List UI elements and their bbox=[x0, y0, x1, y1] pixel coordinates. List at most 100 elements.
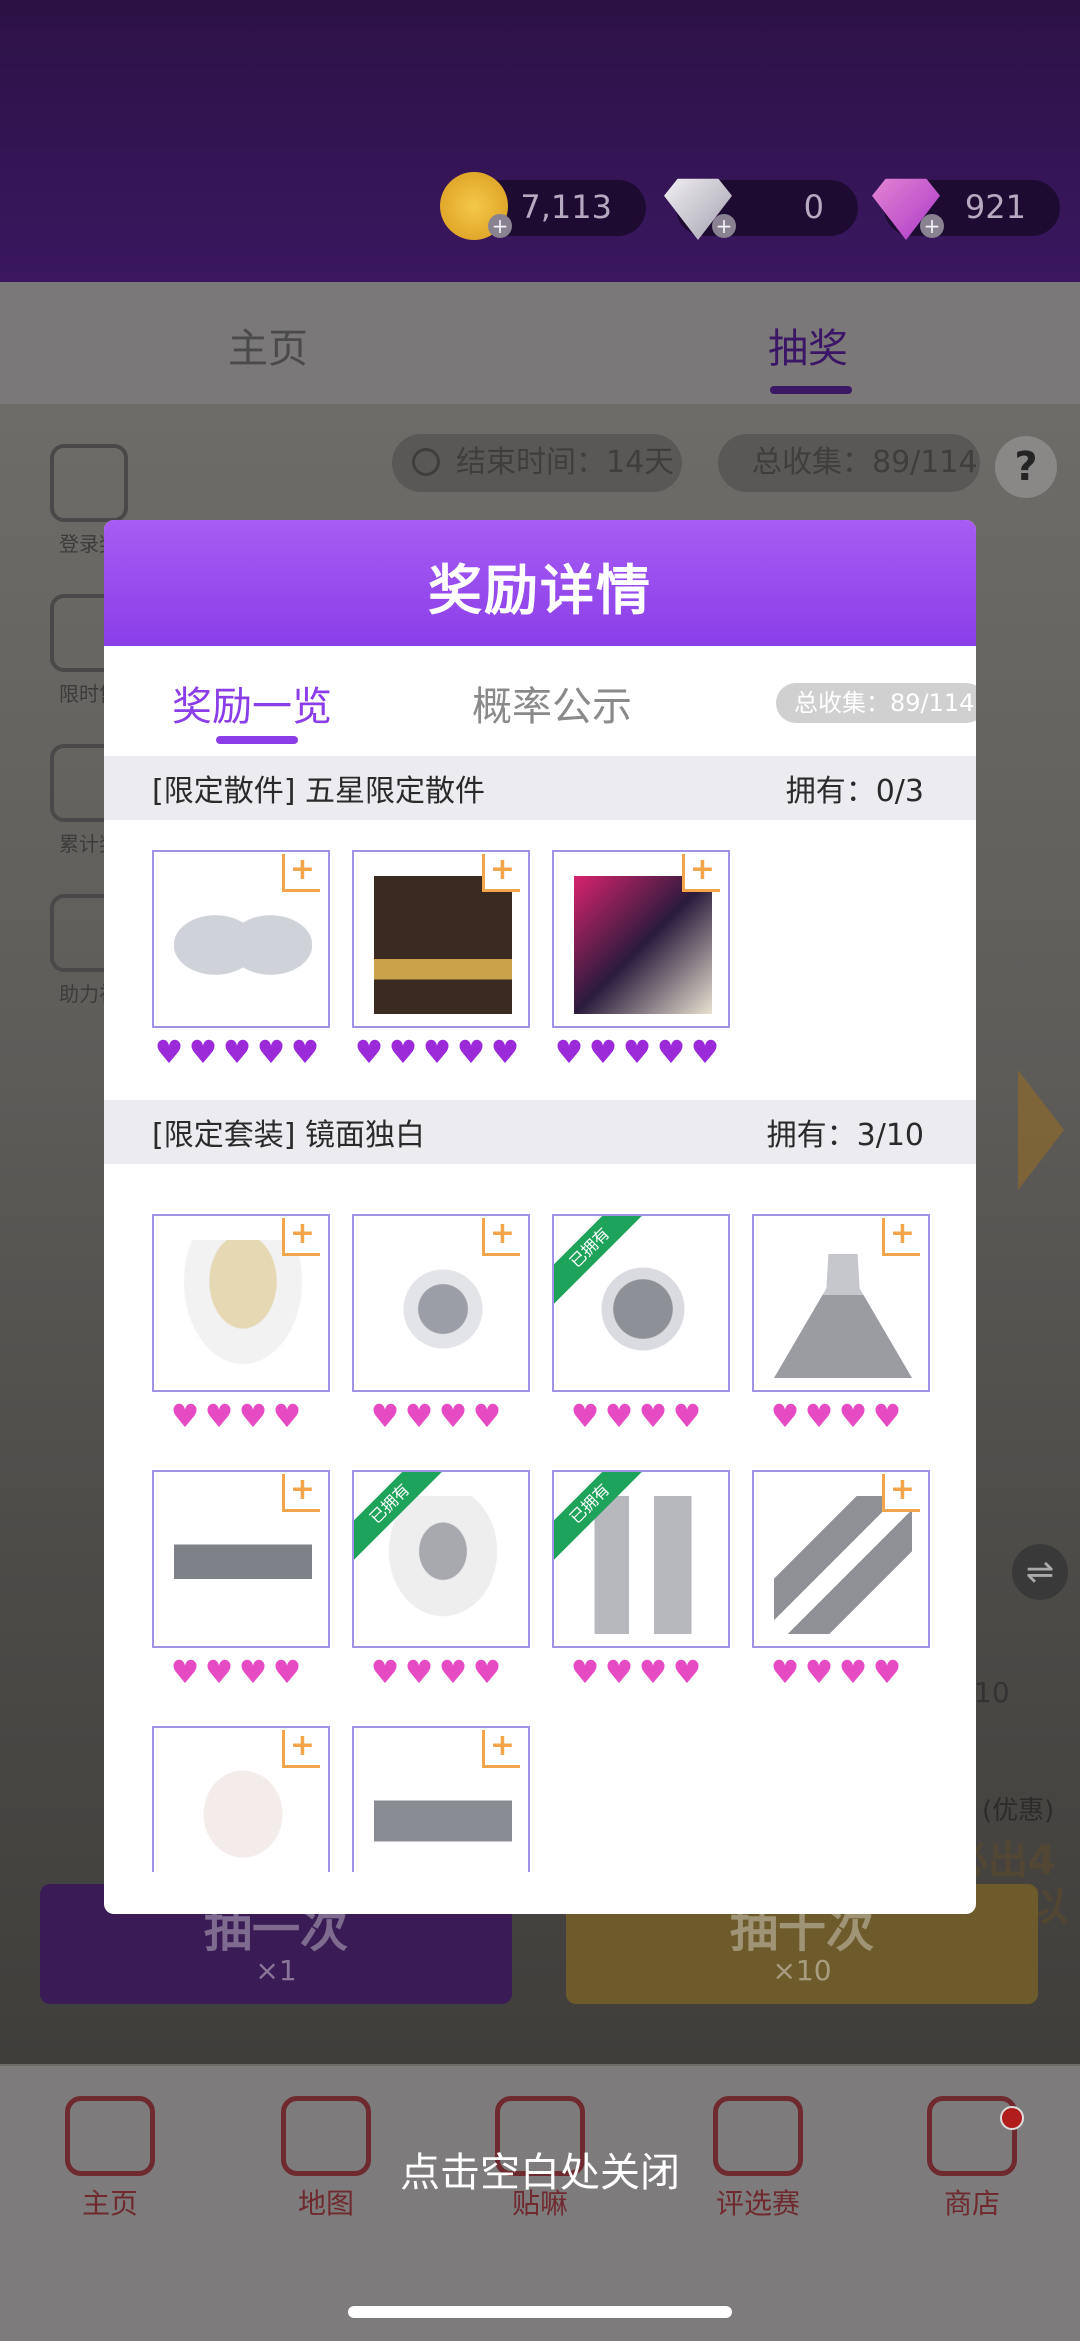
rarity-hearts: ♥ ♥ ♥ ♥ bbox=[768, 1400, 904, 1434]
reward-item-card[interactable]: + bbox=[152, 850, 330, 1028]
modal-tab-underline bbox=[216, 736, 298, 744]
add-icon[interactable]: + bbox=[482, 1730, 520, 1768]
currency-pink-diamonds[interactable]: + 921 bbox=[872, 178, 1060, 240]
reward-item-card[interactable]: + bbox=[152, 1214, 330, 1392]
rarity-hearts: ♥ ♥ ♥ ♥ bbox=[568, 1400, 704, 1434]
heart-icon: ♥ bbox=[472, 1397, 502, 1435]
section-header: [限定散件] 五星限定散件 拥有：0/3 bbox=[104, 756, 976, 820]
reward-item-card[interactable]: + bbox=[352, 1726, 530, 1872]
draw-count: 10 bbox=[974, 1676, 1010, 1709]
heart-icon: ♥ bbox=[604, 1653, 634, 1691]
reward-item-card[interactable]: 已拥有 bbox=[552, 1470, 730, 1648]
reward-item-card[interactable]: + bbox=[552, 850, 730, 1028]
heart-icon: ♥ bbox=[438, 1397, 468, 1435]
add-icon[interactable]: + bbox=[488, 214, 512, 238]
top-header: + 7,113 + 0 + 921 bbox=[0, 0, 1080, 282]
heart-icon: ♥ bbox=[170, 1397, 200, 1435]
item-image bbox=[774, 1240, 912, 1378]
rarity-hearts: ♥ ♥ ♥ ♥ ♥ bbox=[152, 1036, 322, 1070]
rarity-hearts: ♥ ♥ ♥ ♥ bbox=[168, 1400, 304, 1434]
reward-item-card[interactable]: + bbox=[152, 1470, 330, 1648]
rarity-hearts: ♥ ♥ ♥ ♥ bbox=[368, 1656, 504, 1690]
add-icon[interactable]: + bbox=[712, 214, 736, 238]
tab-rewards-overview[interactable]: 奖励一览 bbox=[172, 674, 332, 732]
add-icon[interactable]: + bbox=[282, 854, 320, 892]
bottom-nav: 主页 地图 贴嘛 评选赛 商店 bbox=[0, 2066, 1080, 2341]
reward-item-card[interactable]: 已拥有 bbox=[552, 1214, 730, 1392]
tab-probability[interactable]: 概率公示 bbox=[472, 674, 632, 732]
heart-icon: ♥ bbox=[370, 1653, 400, 1691]
section-owned: 拥有：0/3 bbox=[785, 774, 924, 809]
reward-item-card[interactable]: + bbox=[752, 1470, 930, 1648]
item-image bbox=[174, 876, 312, 1014]
switch-icon[interactable]: ⇌ bbox=[1012, 1544, 1068, 1600]
heart-icon: ♥ bbox=[472, 1653, 502, 1691]
reward-item-card[interactable]: + bbox=[152, 1726, 330, 1872]
add-icon[interactable]: + bbox=[282, 1474, 320, 1512]
collection-pill: 总收集：89/114 bbox=[718, 434, 980, 492]
heart-icon: ♥ bbox=[238, 1653, 268, 1691]
tab-draw[interactable]: 抽奖 bbox=[768, 316, 848, 374]
heart-icon: ♥ bbox=[588, 1033, 618, 1071]
heart-icon: ♥ bbox=[770, 1653, 800, 1691]
add-icon[interactable]: + bbox=[282, 1730, 320, 1768]
add-icon[interactable]: + bbox=[682, 854, 720, 892]
reward-item-card[interactable]: + bbox=[752, 1214, 930, 1392]
reward-list[interactable]: [限定散件] 五星限定散件 拥有：0/3 [限定套装] 镜面独白 拥有：3/10… bbox=[104, 756, 976, 1872]
heart-icon: ♥ bbox=[672, 1653, 702, 1691]
rarity-hearts: ♥ ♥ ♥ ♥ bbox=[368, 1400, 504, 1434]
item-image bbox=[174, 1496, 312, 1634]
heart-icon: ♥ bbox=[422, 1033, 452, 1071]
heart-icon: ♥ bbox=[204, 1653, 234, 1691]
heart-icon: ♥ bbox=[154, 1033, 184, 1071]
item-image bbox=[574, 876, 712, 1014]
add-icon[interactable]: + bbox=[882, 1218, 920, 1256]
add-icon[interactable]: + bbox=[482, 1218, 520, 1256]
rarity-hearts: ♥ ♥ ♥ ♥ ♥ bbox=[352, 1036, 522, 1070]
currency-coins[interactable]: + 7,113 bbox=[440, 172, 646, 240]
heart-icon: ♥ bbox=[370, 1397, 400, 1435]
section-owned: 拥有：3/10 bbox=[766, 1118, 924, 1153]
add-icon[interactable]: + bbox=[482, 854, 520, 892]
heart-icon: ♥ bbox=[570, 1653, 600, 1691]
draw-ten-cost: ×10 bbox=[772, 1954, 832, 1987]
heart-icon: ♥ bbox=[604, 1397, 634, 1435]
section-name: [限定套装] 镜面独白 bbox=[152, 1118, 425, 1153]
add-icon[interactable]: + bbox=[882, 1474, 920, 1512]
reward-item-card[interactable]: + bbox=[352, 850, 530, 1028]
heart-icon: ♥ bbox=[456, 1033, 486, 1071]
currency-diamonds[interactable]: + 0 bbox=[664, 178, 858, 240]
calendar-icon bbox=[50, 444, 128, 522]
reward-details-modal: 奖励详情 奖励一览 概率公示 总收集：89/114 [限定散件] 五星限定散件 … bbox=[104, 520, 976, 1914]
rarity-hearts: ♥ ♥ ♥ ♥ bbox=[168, 1656, 304, 1690]
heart-icon: ♥ bbox=[622, 1033, 652, 1071]
reward-item-card[interactable]: + bbox=[352, 1214, 530, 1392]
heart-icon: ♥ bbox=[170, 1653, 200, 1691]
help-button[interactable]: ? bbox=[995, 436, 1057, 498]
draw-once-cost: ×1 bbox=[255, 1954, 297, 1987]
heart-icon: ♥ bbox=[490, 1033, 520, 1071]
heart-icon: ♥ bbox=[656, 1033, 686, 1071]
add-icon[interactable]: + bbox=[282, 1218, 320, 1256]
heart-icon: ♥ bbox=[238, 1397, 268, 1435]
next-arrow-icon[interactable] bbox=[1018, 1070, 1064, 1190]
coin-value: 7,113 bbox=[520, 188, 612, 226]
home-indicator bbox=[348, 2306, 732, 2318]
heart-icon: ♥ bbox=[388, 1033, 418, 1071]
close-hint[interactable]: 点击空白处关闭 bbox=[0, 2140, 1080, 2198]
heart-icon: ♥ bbox=[404, 1397, 434, 1435]
reward-item-card[interactable]: 已拥有 bbox=[352, 1470, 530, 1648]
heart-icon: ♥ bbox=[188, 1033, 218, 1071]
heart-icon: ♥ bbox=[570, 1397, 600, 1435]
add-icon[interactable]: + bbox=[920, 214, 944, 238]
end-time: 结束时间：14天 bbox=[456, 445, 675, 480]
heart-icon: ♥ bbox=[690, 1033, 720, 1071]
section-name: [限定散件] 五星限定散件 bbox=[152, 774, 485, 809]
heart-icon: ♥ bbox=[838, 1653, 868, 1691]
tab-home[interactable]: 主页 bbox=[228, 316, 308, 374]
tab-underline bbox=[770, 386, 852, 394]
item-image bbox=[174, 1240, 312, 1378]
pink-diamond-value: 921 bbox=[964, 188, 1026, 226]
item-image bbox=[374, 876, 512, 1014]
modal-title: 奖励详情 bbox=[428, 559, 652, 622]
